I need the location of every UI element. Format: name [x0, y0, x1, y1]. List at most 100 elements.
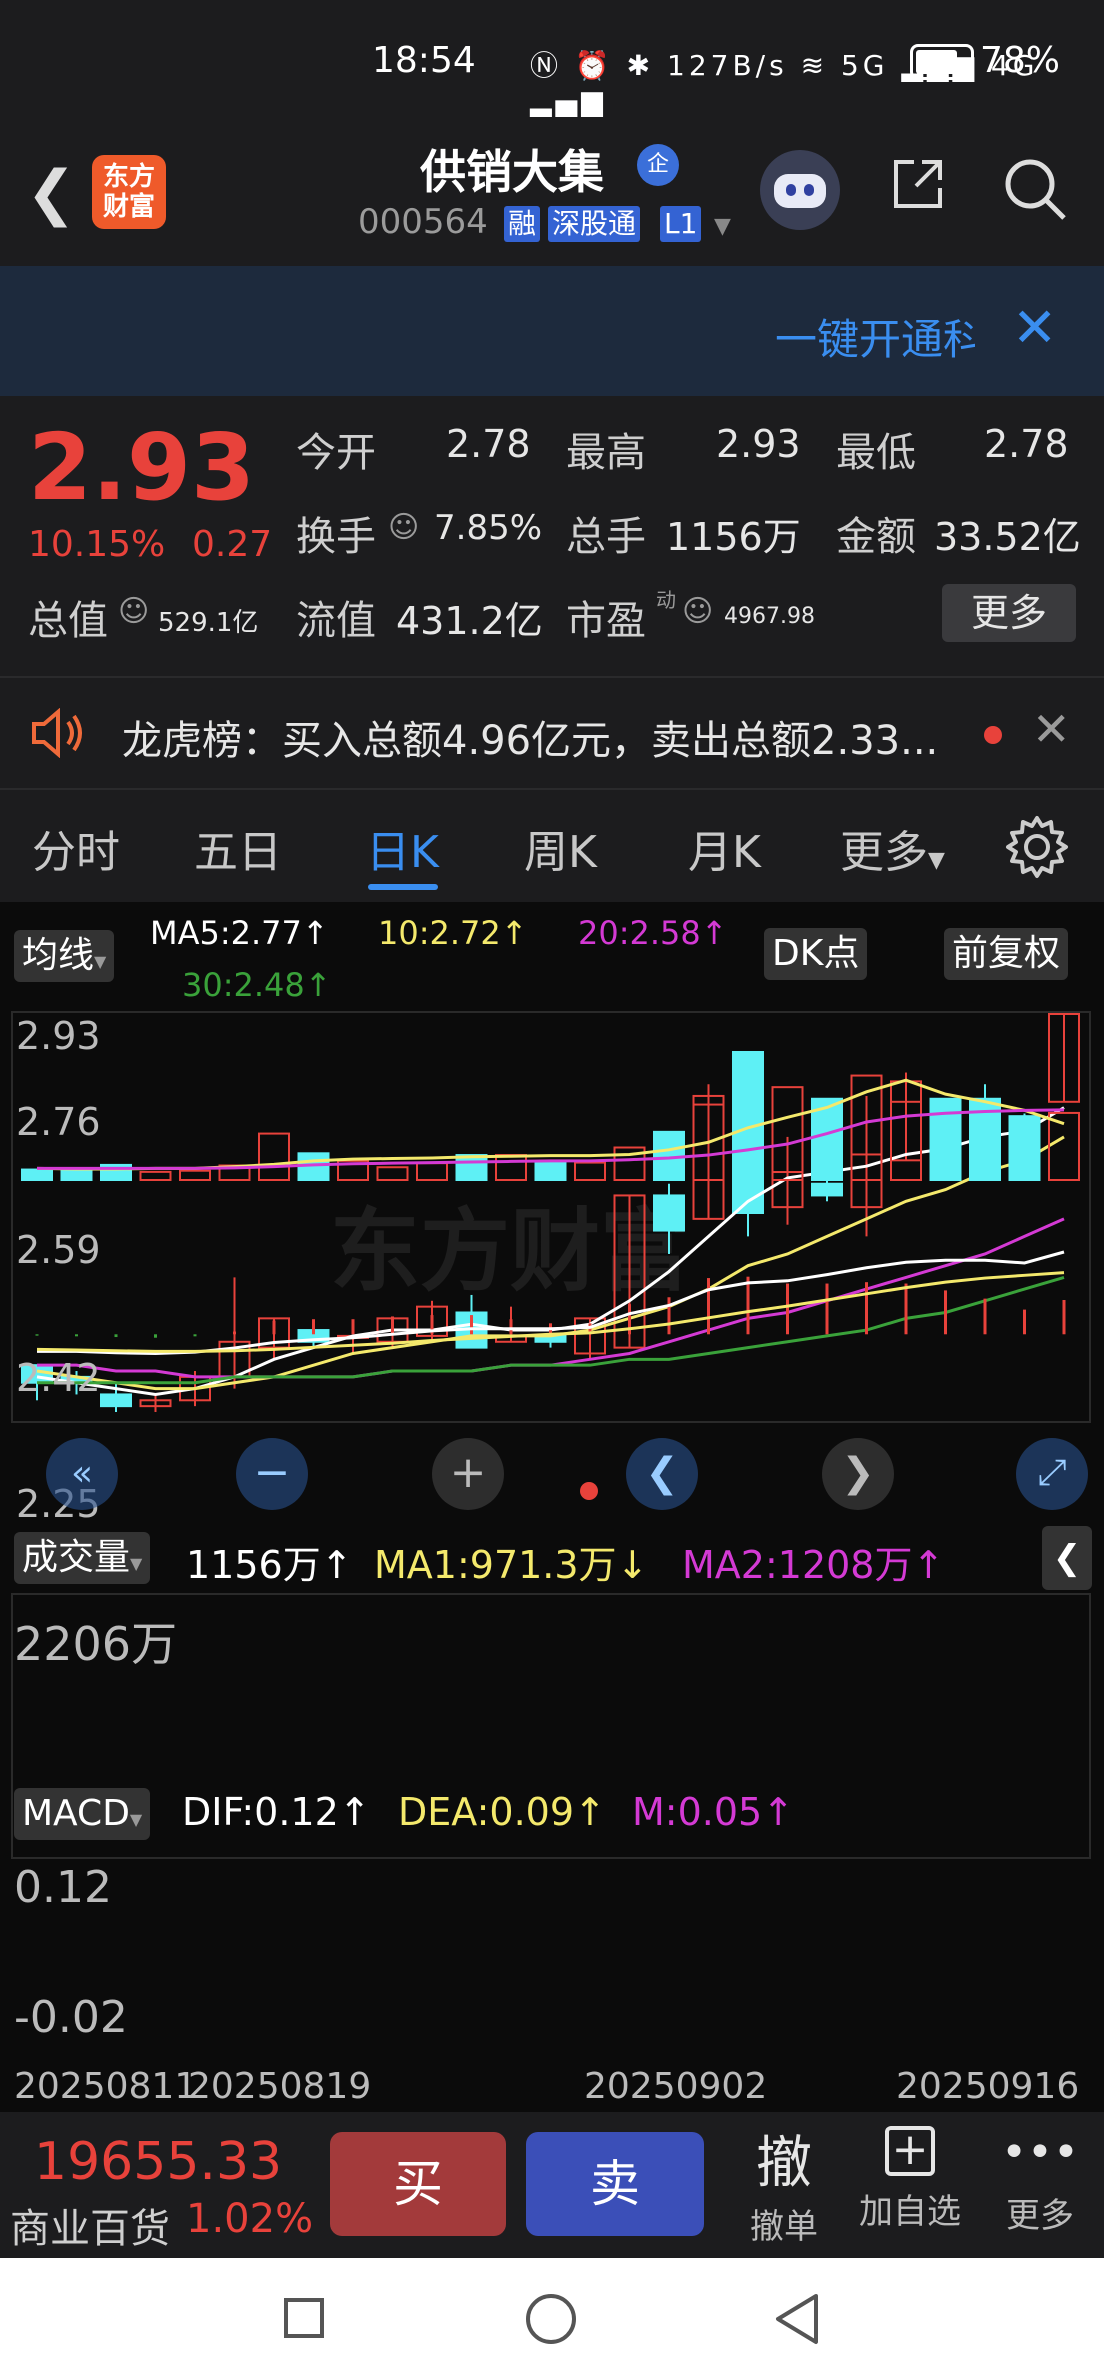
candle-body [100, 1393, 132, 1408]
candle-body [811, 1182, 843, 1197]
info-icon[interactable]: ☺ [682, 594, 713, 629]
caret-down-icon: ▼ [928, 848, 945, 873]
date-label: 20250811 [14, 2066, 198, 2107]
macd-selector[interactable]: MACD▼ [14, 1788, 151, 1840]
back-nav-icon[interactable] [772, 2292, 822, 2346]
change-amt: 0.27 [192, 524, 273, 565]
period-tabs: 分时 五日 日K 周K 月K 更多▼ [0, 790, 1104, 900]
index-pct[interactable]: 1.02% [186, 2196, 313, 2242]
kline-svg[interactable]: 东方财富 [0, 902, 1104, 2112]
cancel-order-icon: 撤 [756, 2131, 812, 2196]
tab-weekly-k[interactable]: 周K [524, 816, 597, 880]
gear-icon[interactable] [1004, 814, 1070, 880]
speaker-icon [32, 708, 82, 758]
volume-ma2: MA2:1208万↑ [682, 1543, 945, 1587]
tab-five-day[interactable]: 五日 [194, 816, 282, 880]
pe-sup: 动 [656, 588, 676, 612]
open-value: 2.78 [446, 422, 531, 466]
chevron-left-icon[interactable]: ❮ [626, 1438, 698, 1510]
mcap-value: 529.1亿 [158, 608, 259, 638]
sell-button[interactable]: 卖 [526, 2132, 704, 2236]
volume-bar [534, 1161, 567, 1181]
logo-text-2: 财富 [102, 192, 155, 222]
home-icon[interactable] [526, 2294, 576, 2344]
share-icon[interactable] [890, 156, 946, 212]
index-name[interactable]: 商业百货 [10, 2196, 170, 2254]
float-label: 流值 [296, 598, 376, 644]
turnover-value: 7.85% [434, 508, 543, 548]
add-watchlist-label: 加自选 [859, 2192, 961, 2232]
tab-intraday[interactable]: 分时 [32, 816, 120, 880]
macd-m: M:0.05↑ [632, 1790, 795, 1834]
price-axis-label: 2.76 [16, 1100, 101, 1144]
tab-more-label: 更多 [840, 827, 928, 878]
volume-label: 总手 [566, 514, 646, 560]
buy-button[interactable]: 买 [330, 2132, 506, 2236]
collapse-panel-icon[interactable]: ❮ [1042, 1526, 1092, 1590]
macd-dea: DEA:0.09↑ [398, 1790, 606, 1834]
tag-connect: 深股通 [548, 206, 641, 242]
battery-percent: 78% [980, 40, 1061, 81]
tab-monthly-k[interactable]: 月K [688, 816, 761, 880]
unread-dot [984, 726, 1002, 744]
macd-axis-label: -0.02 [14, 1992, 128, 2043]
promo-banner[interactable]: 一键开通科 ✕ [0, 266, 1104, 396]
volume-bar [574, 1161, 606, 1181]
mcap-label: 总值 [28, 598, 108, 644]
scroll-left-fast-icon[interactable]: « [46, 1438, 118, 1510]
add-watchlist-button[interactable]: + 加自选 [852, 2118, 968, 2233]
high-label: 最高 [566, 430, 646, 476]
back-icon[interactable]: ❮ [26, 158, 76, 228]
macd-selector-label: MACD [22, 1793, 130, 1834]
quote-panel: 2.93 10.15% 0.27 今开 2.78 最高 2.93 最低 2.78… [0, 398, 1104, 673]
info-icon[interactable]: ☺ [388, 510, 419, 545]
volume-bar [732, 1051, 764, 1181]
more-actions-button[interactable]: ••• 更多 [990, 2118, 1090, 2237]
notice-text[interactable]: 龙虎榜：买入总额4.96亿元，卖出总额2.33... [122, 708, 938, 766]
cancel-order-button[interactable]: 撤 撤单 [736, 2118, 832, 2248]
amount-label: 金额 [836, 514, 916, 560]
volume-bar [455, 1154, 488, 1182]
date-label: 20250819 [188, 2066, 372, 2107]
add-square-icon: + [885, 2126, 935, 2176]
close-icon[interactable]: ✕ [1032, 702, 1071, 756]
more-dots-icon: ••• [1001, 2127, 1079, 2178]
price-axis-label: 2.59 [16, 1228, 101, 1272]
fullscreen-icon[interactable]: ⤢ [1016, 1438, 1088, 1510]
tag-level: L1 [660, 206, 702, 242]
status-bar: 18:54 Ⓝ ⏰ ✱ 127B/s ≋ 5G ▂▄▆ 4G ▂▄▆ 78% [0, 0, 1104, 130]
more-actions-label: 更多 [1006, 2196, 1074, 2236]
volume-bar [139, 1170, 172, 1182]
assistant-robot-icon[interactable] [760, 150, 840, 230]
low-label: 最低 [836, 430, 916, 476]
chevron-right-icon[interactable]: ❯ [822, 1438, 894, 1510]
volume-selector[interactable]: 成交量▼ [14, 1532, 151, 1584]
dragon-tiger-notice[interactable]: 龙虎榜：买入总额4.96亿元，卖出总额2.33... ✕ [0, 676, 1104, 790]
more-button[interactable]: 更多 [942, 584, 1076, 642]
recents-icon[interactable] [284, 2298, 324, 2338]
caret-down-icon: ▼ [129, 1810, 143, 1829]
search-icon[interactable] [1002, 156, 1068, 222]
open-label: 今开 [296, 430, 376, 476]
date-label: 20250916 [896, 2066, 1080, 2107]
chevron-down-icon[interactable]: ▼ [714, 214, 731, 239]
index-value[interactable]: 19655.33 [34, 2132, 282, 2192]
active-tab-indicator [368, 884, 438, 890]
volume-selector-label: 成交量 [22, 1537, 131, 1578]
zoom-in-icon[interactable]: + [432, 1438, 504, 1510]
volume-bar [416, 1162, 448, 1181]
banner-text[interactable]: 一键开通科 [775, 306, 975, 367]
tab-daily-k[interactable]: 日K [366, 816, 439, 880]
close-icon[interactable]: ✕ [1012, 296, 1057, 359]
stock-name: 供销大集 [420, 145, 604, 199]
kline-chart-area[interactable]: 均线▼ MA5:2.77↑ 10:2.72↑ 20:2.58↑ 30:2.48↑… [0, 902, 1104, 2112]
volume-value: 1156万↑ [186, 1543, 353, 1587]
info-icon[interactable]: ☺ [118, 594, 149, 629]
tab-more[interactable]: 更多▼ [840, 816, 945, 880]
app-logo[interactable]: 东方 财富 [92, 155, 166, 229]
event-dot[interactable] [580, 1482, 598, 1500]
stock-code: 000564 [358, 202, 488, 242]
pe-value: 4967.98 [724, 604, 815, 629]
zoom-out-icon[interactable]: − [236, 1438, 308, 1510]
change-pct: 10.15% [28, 524, 166, 565]
